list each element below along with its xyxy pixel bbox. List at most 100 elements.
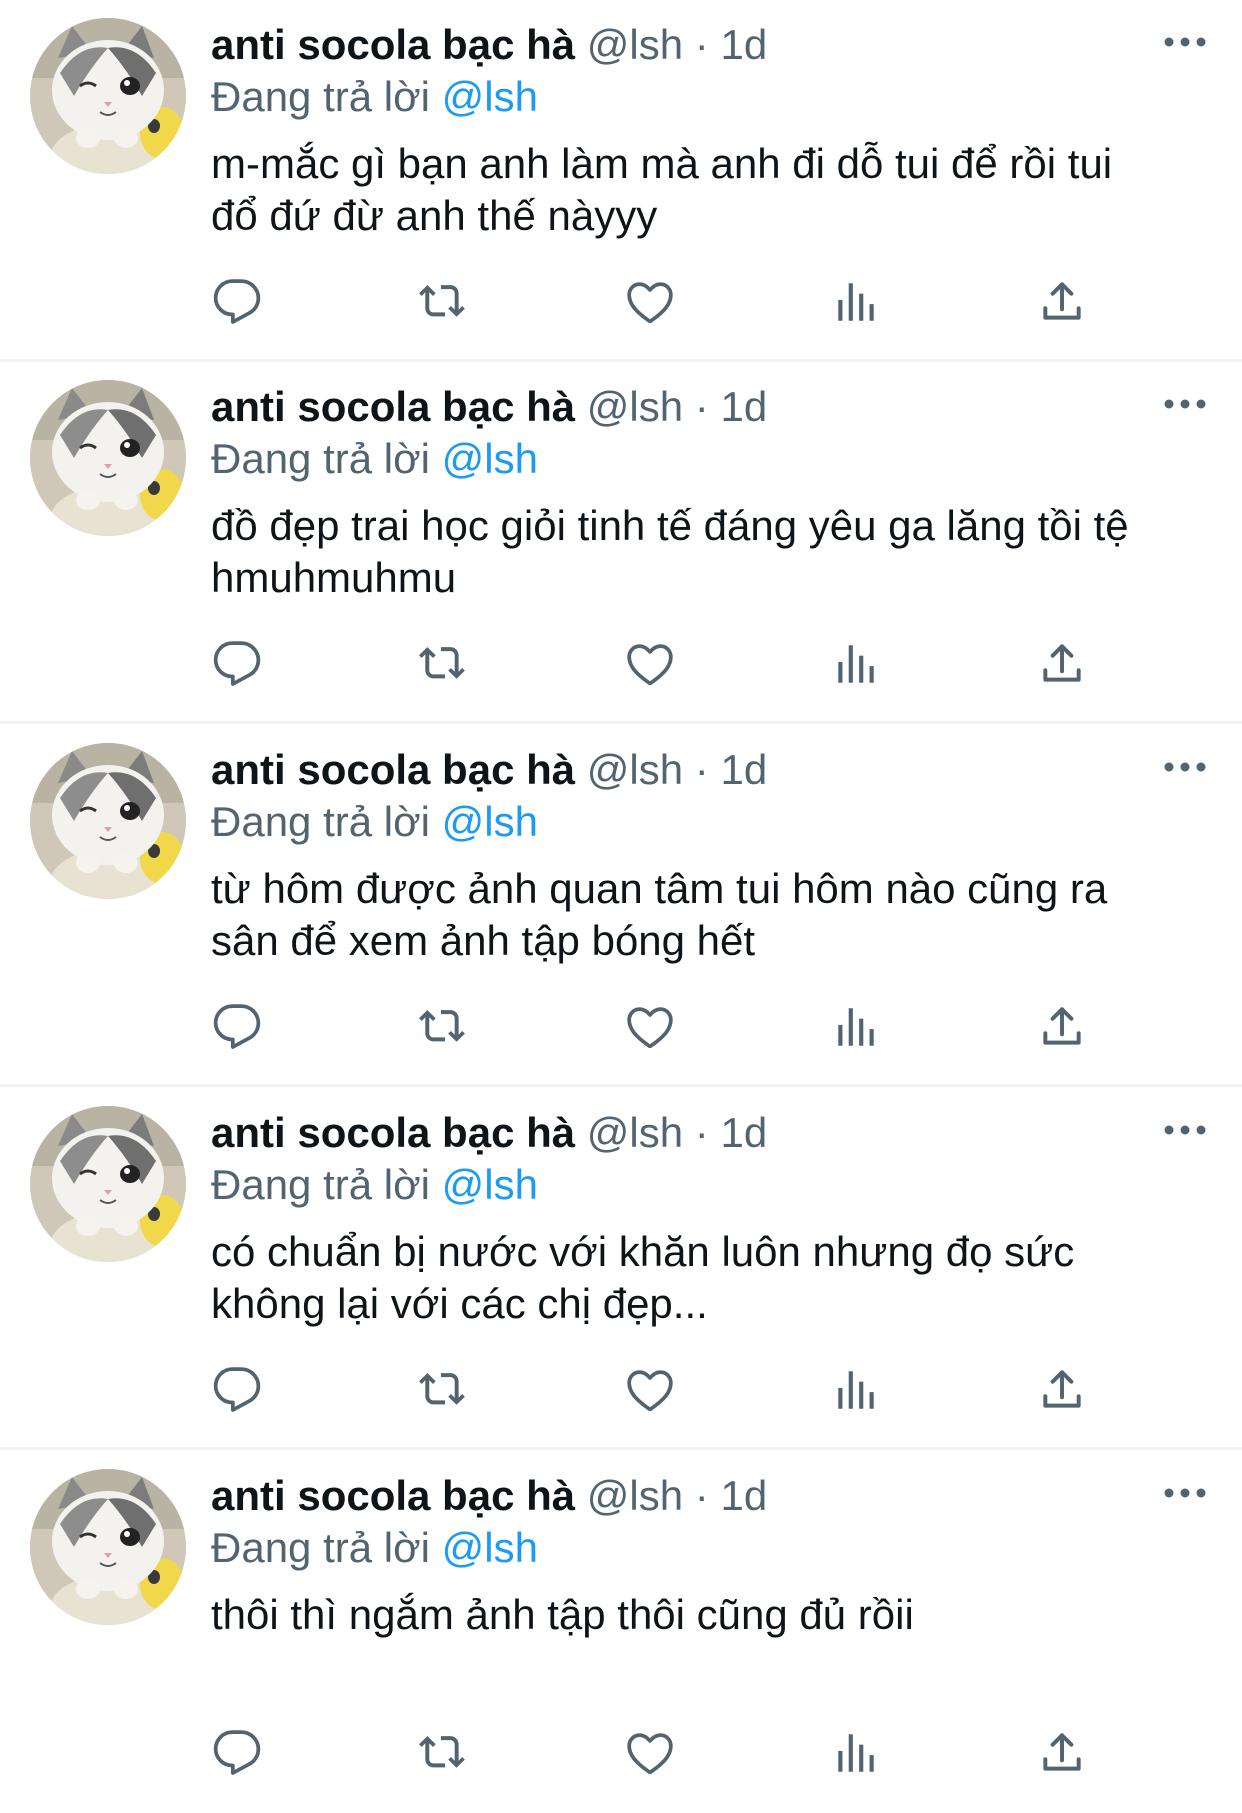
tweet-actions — [0, 1360, 1242, 1420]
more-options-button[interactable] — [1162, 1118, 1208, 1142]
author-handle[interactable]: @lsh — [587, 1472, 683, 1519]
tweet-feed: anti socola bạc hà @lsh · 1d Đang trả lờ… — [0, 0, 1242, 1775]
tweet-header: anti socola bạc hà @lsh · 1d — [211, 18, 767, 72]
views-icon — [831, 1728, 881, 1778]
retweet-button[interactable] — [413, 1723, 473, 1783]
replying-to: Đang trả lời @lsh — [211, 1521, 538, 1575]
author-handle[interactable]: @lsh — [587, 383, 683, 430]
timestamp[interactable]: 1d — [720, 21, 767, 68]
more-options-button[interactable] — [1162, 30, 1208, 54]
author-name[interactable]: anti socola bạc hà — [211, 383, 575, 430]
timestamp[interactable]: 1d — [720, 383, 767, 430]
avatar[interactable] — [30, 1469, 186, 1625]
author-handle[interactable]: @lsh — [587, 21, 683, 68]
more-icon — [1162, 1488, 1208, 1509]
tweet-text: m-mắc gì bạn anh làm mà anh đi dỗ tui để… — [211, 138, 1211, 242]
like-icon — [625, 1365, 675, 1415]
replying-label: Đang trả lời — [211, 1524, 430, 1571]
share-button[interactable] — [1032, 272, 1092, 332]
tweet-text-line: sân để xem ảnh tập bóng hết — [211, 917, 756, 964]
tweet-actions — [0, 997, 1242, 1057]
author-name[interactable]: anti socola bạc hà — [211, 1472, 575, 1519]
tweet[interactable]: anti socola bạc hà @lsh · 1d Đang trả lờ… — [0, 1088, 1242, 1450]
share-button[interactable] — [1032, 634, 1092, 694]
avatar[interactable] — [30, 1106, 186, 1262]
more-icon — [1162, 399, 1208, 420]
retweet-icon — [418, 1002, 468, 1052]
tweet-text-line: thôi thì ngắm ảnh tập thôi cũng đủ rồii — [211, 1591, 914, 1638]
reply-icon — [212, 639, 262, 689]
reply-icon — [212, 277, 262, 327]
mention-link[interactable]: @lsh — [442, 798, 538, 845]
replying-label: Đang trả lời — [211, 435, 430, 482]
tweet-text-line: có chuẩn bị nước với khăn luôn nhưng đọ … — [211, 1228, 1075, 1275]
author-name[interactable]: anti socola bạc hà — [211, 21, 575, 68]
views-icon — [831, 639, 881, 689]
views-button[interactable] — [826, 634, 886, 694]
views-button[interactable] — [826, 1360, 886, 1420]
more-icon — [1162, 37, 1208, 58]
timestamp[interactable]: 1d — [720, 746, 767, 793]
reply-button[interactable] — [207, 272, 267, 332]
share-icon — [1037, 277, 1087, 327]
like-button[interactable] — [620, 634, 680, 694]
tweet-text: có chuẩn bị nước với khăn luôn nhưng đọ … — [211, 1226, 1211, 1330]
tweet[interactable]: anti socola bạc hà @lsh · 1d Đang trả lờ… — [0, 362, 1242, 724]
share-button[interactable] — [1032, 1723, 1092, 1783]
tweet-text-line: đồ đẹp trai học giỏi tinh tế đáng yêu ga… — [211, 502, 1129, 549]
like-button[interactable] — [620, 997, 680, 1057]
tweet-header: anti socola bạc hà @lsh · 1d — [211, 1469, 767, 1523]
reply-button[interactable] — [207, 997, 267, 1057]
more-options-button[interactable] — [1162, 392, 1208, 416]
retweet-button[interactable] — [413, 997, 473, 1057]
separator-dot: · — [694, 746, 709, 793]
share-icon — [1037, 1728, 1087, 1778]
tweet-header: anti socola bạc hà @lsh · 1d — [211, 1106, 767, 1160]
retweet-icon — [418, 1728, 468, 1778]
mention-link[interactable]: @lsh — [442, 1161, 538, 1208]
replying-to: Đang trả lời @lsh — [211, 70, 538, 124]
like-button[interactable] — [620, 272, 680, 332]
tweet-text-line: m-mắc gì bạn anh làm mà anh đi dỗ tui để… — [211, 140, 1113, 187]
retweet-button[interactable] — [413, 272, 473, 332]
more-options-button[interactable] — [1162, 1481, 1208, 1505]
author-handle[interactable]: @lsh — [587, 746, 683, 793]
retweet-icon — [418, 1365, 468, 1415]
author-handle[interactable]: @lsh — [587, 1109, 683, 1156]
views-button[interactable] — [826, 1723, 886, 1783]
mention-link[interactable]: @lsh — [442, 435, 538, 482]
share-button[interactable] — [1032, 997, 1092, 1057]
tweet[interactable]: anti socola bạc hà @lsh · 1d Đang trả lờ… — [0, 0, 1242, 362]
retweet-button[interactable] — [413, 634, 473, 694]
timestamp[interactable]: 1d — [720, 1472, 767, 1519]
tweet-text-line: hmuhmuhmu — [211, 554, 457, 601]
tweet[interactable]: anti socola bạc hà @lsh · 1d Đang trả lờ… — [0, 725, 1242, 1087]
retweet-icon — [418, 639, 468, 689]
timestamp[interactable]: 1d — [720, 1109, 767, 1156]
reply-button[interactable] — [207, 1360, 267, 1420]
share-button[interactable] — [1032, 1360, 1092, 1420]
avatar[interactable] — [30, 18, 186, 174]
author-name[interactable]: anti socola bạc hà — [211, 1109, 575, 1156]
tweet-text-line: không lại với các chị đẹp... — [211, 1280, 708, 1327]
like-button[interactable] — [620, 1723, 680, 1783]
tweet-actions — [0, 1723, 1242, 1783]
tweet-text: thôi thì ngắm ảnh tập thôi cũng đủ rồii — [211, 1589, 1211, 1641]
retweet-button[interactable] — [413, 1360, 473, 1420]
tweet[interactable]: anti socola bạc hà @lsh · 1d Đang trả lờ… — [0, 1451, 1242, 1813]
views-button[interactable] — [826, 997, 886, 1057]
reply-button[interactable] — [207, 1723, 267, 1783]
replying-label: Đang trả lời — [211, 798, 430, 845]
divider — [0, 1447, 1242, 1450]
author-name[interactable]: anti socola bạc hà — [211, 746, 575, 793]
mention-link[interactable]: @lsh — [442, 1524, 538, 1571]
replying-to: Đang trả lời @lsh — [211, 795, 538, 849]
more-icon — [1162, 1125, 1208, 1146]
avatar[interactable] — [30, 743, 186, 899]
more-options-button[interactable] — [1162, 755, 1208, 779]
like-button[interactable] — [620, 1360, 680, 1420]
views-button[interactable] — [826, 272, 886, 332]
reply-button[interactable] — [207, 634, 267, 694]
avatar[interactable] — [30, 380, 186, 536]
mention-link[interactable]: @lsh — [442, 73, 538, 120]
